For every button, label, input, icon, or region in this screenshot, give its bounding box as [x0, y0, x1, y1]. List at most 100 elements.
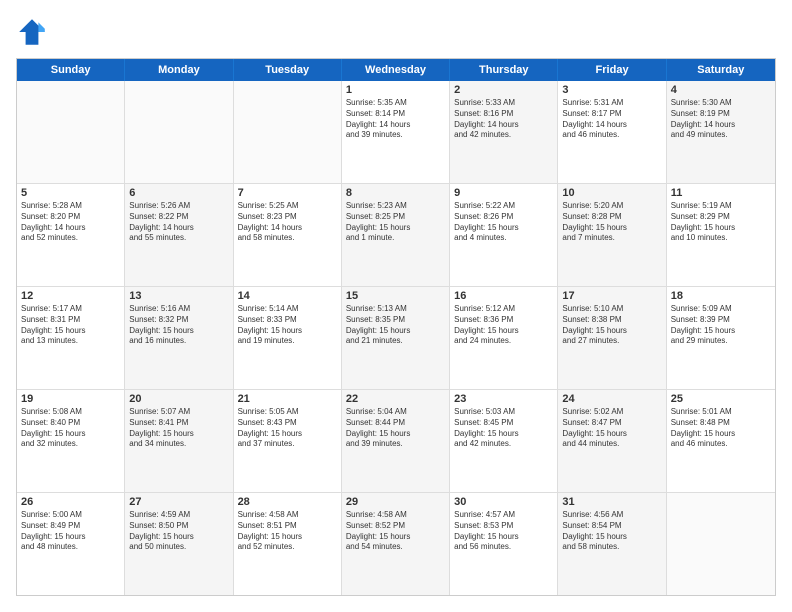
day-info: Sunrise: 4:58 AM Sunset: 8:52 PM Dayligh… — [346, 510, 445, 553]
day-info: Sunrise: 5:31 AM Sunset: 8:17 PM Dayligh… — [562, 98, 661, 141]
day-info: Sunrise: 5:17 AM Sunset: 8:31 PM Dayligh… — [21, 304, 120, 347]
day-number: 29 — [346, 496, 445, 508]
day-header-monday: Monday — [125, 59, 233, 81]
day-cell-24: 24 Sunrise: 5:02 AM Sunset: 8:47 PM Dayli… — [558, 390, 666, 492]
day-cell-14: 14 Sunrise: 5:14 AM Sunset: 8:33 PM Dayli… — [234, 287, 342, 389]
day-header-wednesday: Wednesday — [342, 59, 450, 81]
calendar-row: 5 Sunrise: 5:28 AM Sunset: 8:20 PM Daylig… — [17, 184, 775, 287]
day-cell-1: 1 Sunrise: 5:35 AM Sunset: 8:14 PM Daylig… — [342, 81, 450, 183]
day-cell-26: 26Sunrise: 5:00 AM Sunset: 8:49 PM Dayli… — [17, 493, 125, 595]
day-info: Sunrise: 5:07 AM Sunset: 8:41 PM Dayligh… — [129, 407, 228, 450]
empty-cell — [667, 493, 775, 595]
calendar: SundayMondayTuesdayWednesdayThursdayFrid… — [16, 58, 776, 596]
day-header-tuesday: Tuesday — [234, 59, 342, 81]
calendar-header: SundayMondayTuesdayWednesdayThursdayFrid… — [17, 59, 775, 81]
day-header-friday: Friday — [558, 59, 666, 81]
day-info: Sunrise: 5:13 AM Sunset: 8:35 PM Dayligh… — [346, 304, 445, 347]
day-number: 9 — [454, 187, 553, 199]
day-cell-4: 4 Sunrise: 5:30 AM Sunset: 8:19 PM Daylig… — [667, 81, 775, 183]
day-info: Sunrise: 5:26 AM Sunset: 8:22 PM Dayligh… — [129, 201, 228, 244]
day-number: 14 — [238, 290, 337, 302]
day-number: 4 — [671, 84, 771, 96]
day-cell-15: 15 Sunrise: 5:13 AM Sunset: 8:35 PM Dayli… — [342, 287, 450, 389]
day-info: Sunrise: 5:30 AM Sunset: 8:19 PM Dayligh… — [671, 98, 771, 141]
day-info: Sunrise: 5:23 AM Sunset: 8:25 PM Dayligh… — [346, 201, 445, 244]
day-cell-28: 28Sunrise: 4:58 AM Sunset: 8:51 PM Dayli… — [234, 493, 342, 595]
day-cell-13: 13 Sunrise: 5:16 AM Sunset: 8:32 PM Dayli… — [125, 287, 233, 389]
day-header-saturday: Saturday — [667, 59, 775, 81]
logo — [16, 16, 52, 48]
day-cell-5: 5 Sunrise: 5:28 AM Sunset: 8:20 PM Daylig… — [17, 184, 125, 286]
day-number: 21 — [238, 393, 337, 405]
day-number: 10 — [562, 187, 661, 199]
day-info: Sunrise: 4:57 AM Sunset: 8:53 PM Dayligh… — [454, 510, 553, 553]
calendar-body: 1 Sunrise: 5:35 AM Sunset: 8:14 PM Daylig… — [17, 81, 775, 595]
day-number: 12 — [21, 290, 120, 302]
day-cell-21: 21 Sunrise: 5:05 AM Sunset: 8:43 PM Dayli… — [234, 390, 342, 492]
day-cell-7: 7 Sunrise: 5:25 AM Sunset: 8:23 PM Daylig… — [234, 184, 342, 286]
logo-icon — [16, 16, 48, 48]
day-info: Sunrise: 4:56 AM Sunset: 8:54 PM Dayligh… — [562, 510, 661, 553]
calendar-row: 12 Sunrise: 5:17 AM Sunset: 8:31 PM Dayli… — [17, 287, 775, 390]
day-info: Sunrise: 4:59 AM Sunset: 8:50 PM Dayligh… — [129, 510, 228, 553]
day-number: 22 — [346, 393, 445, 405]
day-number: 13 — [129, 290, 228, 302]
day-cell-2: 2Sunrise: 5:33 AM Sunset: 8:16 PM Daylig… — [450, 81, 558, 183]
day-number: 23 — [454, 393, 553, 405]
day-number: 1 — [346, 84, 445, 96]
day-cell-16: 16 Sunrise: 5:12 AM Sunset: 8:36 PM Dayli… — [450, 287, 558, 389]
day-number: 28 — [238, 496, 337, 508]
day-info: Sunrise: 5:01 AM Sunset: 8:48 PM Dayligh… — [671, 407, 771, 450]
day-cell-23: 23 Sunrise: 5:03 AM Sunset: 8:45 PM Dayli… — [450, 390, 558, 492]
day-info: Sunrise: 5:28 AM Sunset: 8:20 PM Dayligh… — [21, 201, 120, 244]
day-info: Sunrise: 5:16 AM Sunset: 8:32 PM Dayligh… — [129, 304, 228, 347]
day-number: 5 — [21, 187, 120, 199]
day-cell-9: 9 Sunrise: 5:22 AM Sunset: 8:26 PM Daylig… — [450, 184, 558, 286]
day-number: 24 — [562, 393, 661, 405]
empty-cell — [234, 81, 342, 183]
day-number: 6 — [129, 187, 228, 199]
day-cell-17: 17 Sunrise: 5:10 AM Sunset: 8:38 PM Dayli… — [558, 287, 666, 389]
day-cell-22: 22 Sunrise: 5:04 AM Sunset: 8:44 PM Dayli… — [342, 390, 450, 492]
day-number: 16 — [454, 290, 553, 302]
day-number: 18 — [671, 290, 771, 302]
day-cell-3: 3 Sunrise: 5:31 AM Sunset: 8:17 PM Daylig… — [558, 81, 666, 183]
day-number: 15 — [346, 290, 445, 302]
day-info: Sunrise: 5:08 AM Sunset: 8:40 PM Dayligh… — [21, 407, 120, 450]
day-info: Sunrise: 5:14 AM Sunset: 8:33 PM Dayligh… — [238, 304, 337, 347]
day-info: Sunrise: 5:04 AM Sunset: 8:44 PM Dayligh… — [346, 407, 445, 450]
day-header-thursday: Thursday — [450, 59, 558, 81]
day-cell-31: 31 Sunrise: 4:56 AM Sunset: 8:54 PM Dayli… — [558, 493, 666, 595]
day-info: Sunrise: 5:03 AM Sunset: 8:45 PM Dayligh… — [454, 407, 553, 450]
day-info: Sunrise: 5:22 AM Sunset: 8:26 PM Dayligh… — [454, 201, 553, 244]
day-cell-25: 25Sunrise: 5:01 AM Sunset: 8:48 PM Dayli… — [667, 390, 775, 492]
day-info: Sunrise: 5:02 AM Sunset: 8:47 PM Dayligh… — [562, 407, 661, 450]
calendar-row: 1 Sunrise: 5:35 AM Sunset: 8:14 PM Daylig… — [17, 81, 775, 184]
empty-cell — [17, 81, 125, 183]
day-info: Sunrise: 5:35 AM Sunset: 8:14 PM Dayligh… — [346, 98, 445, 141]
day-cell-20: 20 Sunrise: 5:07 AM Sunset: 8:41 PM Dayli… — [125, 390, 233, 492]
day-cell-18: 18 Sunrise: 5:09 AM Sunset: 8:39 PM Dayli… — [667, 287, 775, 389]
day-info: Sunrise: 5:05 AM Sunset: 8:43 PM Dayligh… — [238, 407, 337, 450]
day-number: 20 — [129, 393, 228, 405]
header — [16, 16, 776, 48]
day-info: Sunrise: 5:20 AM Sunset: 8:28 PM Dayligh… — [562, 201, 661, 244]
calendar-row: 26Sunrise: 5:00 AM Sunset: 8:49 PM Dayli… — [17, 493, 775, 595]
day-info: Sunrise: 5:12 AM Sunset: 8:36 PM Dayligh… — [454, 304, 553, 347]
day-number: 31 — [562, 496, 661, 508]
day-number: 30 — [454, 496, 553, 508]
day-info: Sunrise: 5:25 AM Sunset: 8:23 PM Dayligh… — [238, 201, 337, 244]
page: SundayMondayTuesdayWednesdayThursdayFrid… — [0, 0, 792, 612]
day-number: 7 — [238, 187, 337, 199]
day-info: Sunrise: 5:00 AM Sunset: 8:49 PM Dayligh… — [21, 510, 120, 553]
day-number: 3 — [562, 84, 661, 96]
empty-cell — [125, 81, 233, 183]
day-info: Sunrise: 5:19 AM Sunset: 8:29 PM Dayligh… — [671, 201, 771, 244]
day-number: 2 — [454, 84, 553, 96]
day-number: 17 — [562, 290, 661, 302]
day-cell-29: 29 Sunrise: 4:58 AM Sunset: 8:52 PM Dayli… — [342, 493, 450, 595]
day-info: Sunrise: 5:10 AM Sunset: 8:38 PM Dayligh… — [562, 304, 661, 347]
day-number: 8 — [346, 187, 445, 199]
day-cell-12: 12 Sunrise: 5:17 AM Sunset: 8:31 PM Dayli… — [17, 287, 125, 389]
day-info: Sunrise: 5:09 AM Sunset: 8:39 PM Dayligh… — [671, 304, 771, 347]
